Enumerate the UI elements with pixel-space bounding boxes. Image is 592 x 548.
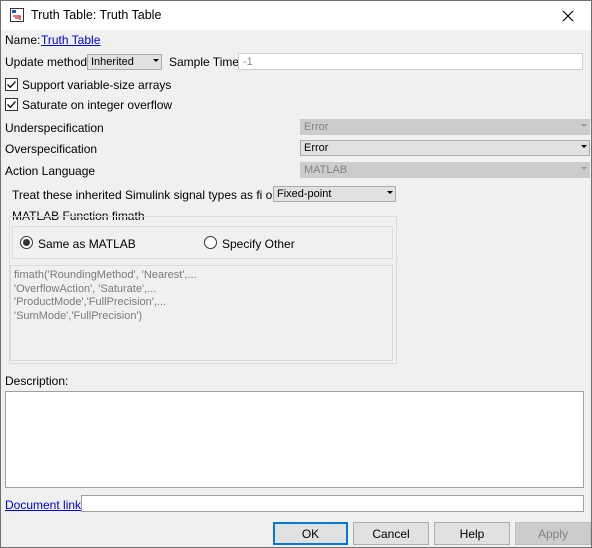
dropdown-arrow-icon: [581, 145, 587, 148]
dropdown-arrow-icon: [387, 191, 393, 194]
ok-button[interactable]: OK: [273, 522, 348, 545]
description-textarea[interactable]: [5, 391, 584, 488]
action-language-label: Action Language: [5, 164, 96, 178]
dropdown-arrow-icon: [581, 167, 587, 170]
truth-table-app-icon: [9, 7, 25, 23]
dropdown-arrow-icon: [153, 59, 159, 62]
support-variable-size-label: Support variable-size arrays: [22, 78, 172, 92]
action-language-dropdown[interactable]: MATLAB: [300, 162, 590, 178]
document-link-field[interactable]: [81, 495, 584, 512]
apply-button[interactable]: Apply: [515, 522, 591, 545]
checkmark-icon: [7, 101, 16, 109]
fimath-line: 'OverflowAction', 'Saturate',...: [14, 282, 157, 295]
help-button[interactable]: Help: [434, 522, 510, 545]
checkmark-icon: [7, 81, 16, 89]
treat-inherited-dropdown[interactable]: Fixed-point: [273, 186, 396, 202]
document-link-label[interactable]: Document link:: [5, 498, 84, 512]
support-variable-size-checkbox[interactable]: [5, 78, 18, 91]
update-method-label: Update method:: [5, 55, 91, 69]
treat-inherited-label: Treat these inherited Simulink signal ty…: [12, 188, 304, 202]
close-icon: [562, 10, 574, 21]
description-label: Description:: [5, 374, 69, 388]
cancel-button[interactable]: Cancel: [353, 522, 429, 545]
overspecification-label: Overspecification: [5, 142, 98, 156]
underspecification-dropdown[interactable]: Error: [300, 119, 590, 135]
sample-time-value: -1: [243, 56, 253, 68]
fimath-textarea[interactable]: fimath('RoundingMethod', 'Nearest',... '…: [10, 265, 393, 361]
saturate-overflow-checkbox[interactable]: [5, 98, 18, 111]
same-as-matlab-label: Same as MATLAB: [38, 237, 136, 251]
name-label: Name:: [5, 33, 41, 47]
update-method-value: Inherited: [91, 56, 134, 68]
radio-selected-icon: [23, 239, 30, 246]
saturate-overflow-label: Saturate on integer overflow: [22, 98, 173, 112]
update-method-dropdown[interactable]: Inherited: [87, 54, 162, 70]
fimath-line: 'SumMode','FullPrecision'): [14, 309, 143, 322]
specify-other-radio[interactable]: [204, 236, 217, 249]
window-title: Truth Table: Truth Table: [31, 8, 162, 22]
close-button[interactable]: [545, 1, 591, 30]
overspecification-dropdown[interactable]: Error: [300, 140, 590, 156]
specify-other-label: Specify Other: [222, 237, 295, 251]
sample-time-label: Sample Time:: [169, 55, 243, 69]
fimath-line: fimath('RoundingMethod', 'Nearest',...: [14, 269, 197, 281]
sample-time-field[interactable]: -1: [238, 53, 583, 70]
action-language-value: MATLAB: [304, 164, 348, 176]
same-as-matlab-radio[interactable]: [20, 236, 33, 249]
treat-inherited-value: Fixed-point: [277, 188, 332, 200]
title-bar: Truth Table: Truth Table: [1, 1, 591, 30]
fimath-line: 'ProductMode','FullPrecision',...: [14, 296, 167, 308]
dialog-window: Truth Table: Truth Table Name: Truth Tab…: [0, 0, 592, 548]
dropdown-arrow-icon: [581, 124, 587, 127]
underspecification-value: Error: [304, 121, 329, 133]
name-link[interactable]: Truth Table: [41, 33, 100, 47]
underspecification-label: Underspecification: [5, 121, 104, 135]
overspecification-value: Error: [304, 142, 329, 154]
